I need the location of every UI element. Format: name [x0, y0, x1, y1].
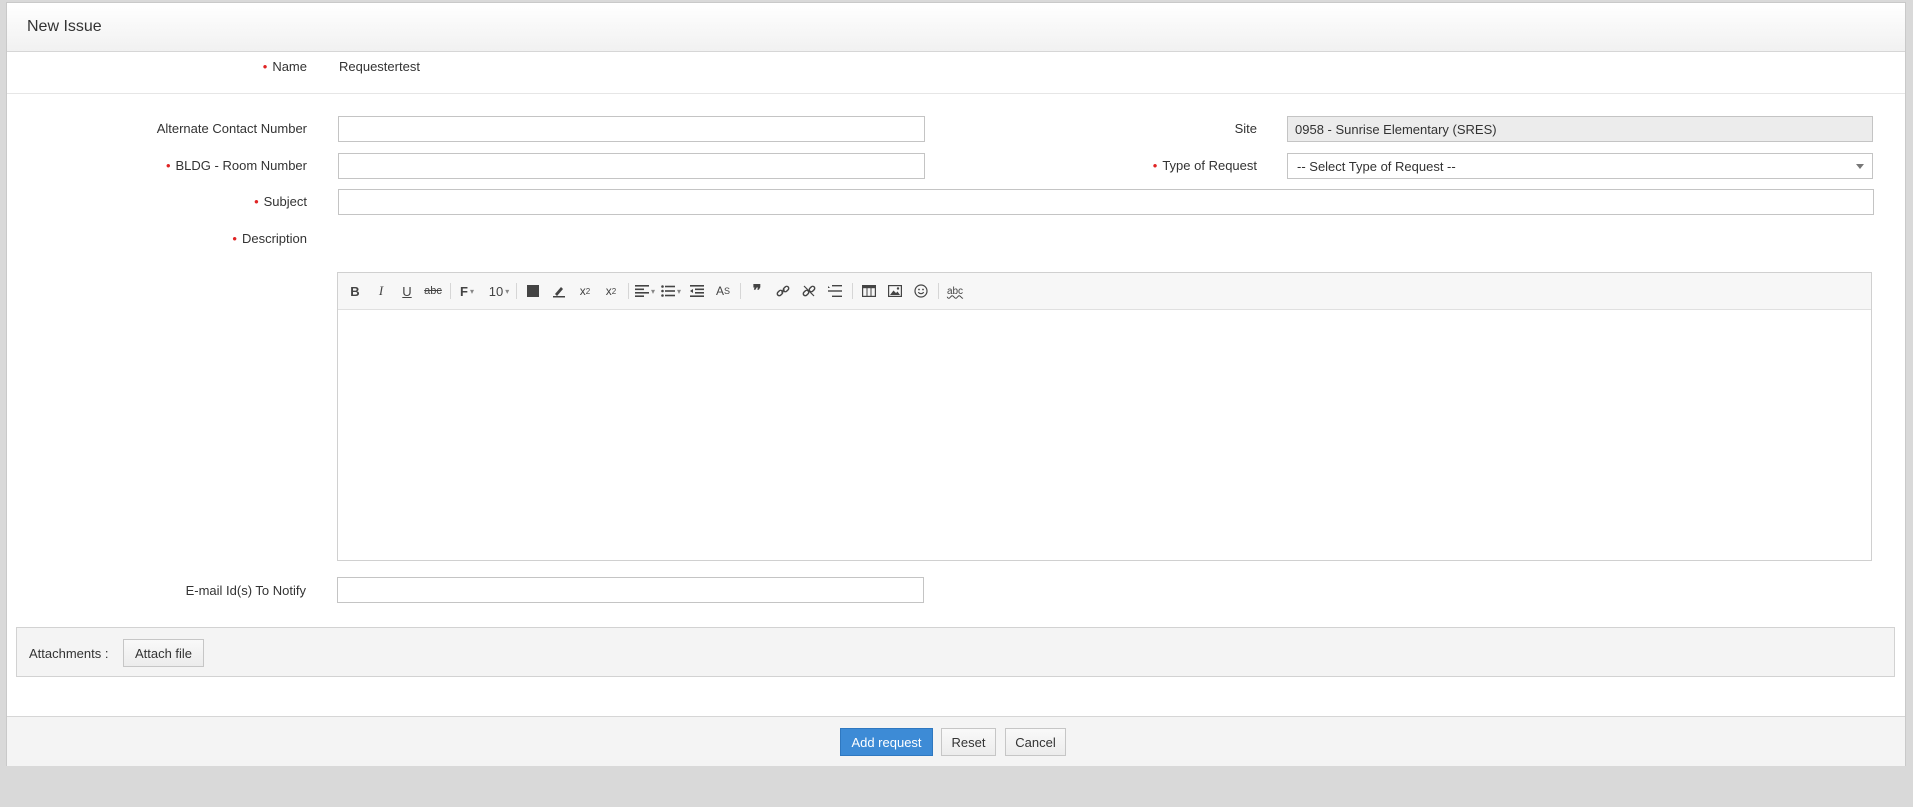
toolbar-separator [516, 283, 517, 299]
panel-header: New Issue [7, 3, 1905, 52]
name-label: • Name [262, 59, 307, 74]
list-icon[interactable]: ▾ [660, 280, 682, 302]
italic-icon[interactable]: I [370, 280, 392, 302]
strikethrough-icon[interactable]: abc [422, 280, 444, 302]
site-field: 0958 - Sunrise Elementary (SRES) [1287, 116, 1873, 142]
reset-button[interactable]: Reset [941, 728, 996, 756]
toolbar-separator [628, 283, 629, 299]
form-footer: Add request Reset Cancel [7, 716, 1905, 766]
editor-toolbar: B I U abc F ▾ 10 ▾ x2 x2 ▾ ▾ AS ❞ abc [338, 273, 1871, 310]
text-color-icon[interactable] [522, 280, 544, 302]
link-icon[interactable] [772, 280, 794, 302]
required-marker: • [1152, 158, 1158, 173]
bldg-room-label: • BLDG - Room Number [165, 158, 307, 173]
unlink-icon[interactable] [798, 280, 820, 302]
subject-input[interactable] [338, 189, 1874, 215]
underline-icon[interactable]: U [396, 280, 418, 302]
type-of-request-value: -- Select Type of Request -- [1297, 159, 1456, 174]
alt-contact-label: Alternate Contact Number [156, 121, 307, 136]
cancel-button[interactable]: Cancel [1005, 728, 1066, 756]
attachments-label: Attachments : [29, 646, 109, 661]
description-editor-body[interactable] [338, 310, 1871, 560]
bold-icon[interactable]: B [344, 280, 366, 302]
spellcheck-icon[interactable]: abc [944, 280, 966, 302]
emoji-icon[interactable] [910, 280, 932, 302]
toolbar-separator [450, 283, 451, 299]
description-editor: B I U abc F ▾ 10 ▾ x2 x2 ▾ ▾ AS ❞ abc [337, 272, 1872, 561]
superscript-icon[interactable]: x2 [600, 280, 622, 302]
align-icon[interactable]: ▾ [634, 280, 656, 302]
bldg-room-input[interactable] [338, 153, 925, 179]
email-notify-input[interactable] [337, 577, 924, 603]
horizontal-line-icon[interactable] [824, 280, 846, 302]
clear-format-icon[interactable]: AS [712, 280, 734, 302]
outdent-icon[interactable] [686, 280, 708, 302]
quote-icon[interactable]: ❞ [746, 280, 768, 302]
required-marker: • [254, 194, 259, 209]
divider [7, 93, 1905, 94]
add-request-button[interactable]: Add request [840, 728, 933, 756]
required-marker: • [165, 158, 171, 173]
attachments-box: Attachments : Attach file [16, 627, 1895, 677]
site-label: Site [1234, 121, 1257, 136]
name-value: Requestertest [339, 59, 420, 74]
alt-contact-input[interactable] [338, 116, 925, 142]
toolbar-separator [852, 283, 853, 299]
font-size-select[interactable]: 10 ▾ [488, 280, 510, 302]
highlight-icon[interactable] [548, 280, 570, 302]
subject-label: • Subject [254, 194, 307, 209]
type-of-request-label: • Type of Request [1152, 158, 1257, 173]
required-marker: • [232, 231, 237, 246]
toolbar-separator [938, 283, 939, 299]
page-title: New Issue [27, 18, 102, 35]
email-notify-label: E-mail Id(s) To Notify [185, 583, 306, 598]
toolbar-separator [740, 283, 741, 299]
attach-file-button[interactable]: Attach file [123, 639, 204, 667]
required-marker: • [262, 59, 268, 74]
description-label: • Description [232, 231, 307, 246]
image-icon[interactable] [884, 280, 906, 302]
table-icon[interactable] [858, 280, 880, 302]
subscript-icon[interactable]: x2 [574, 280, 596, 302]
dropdown-arrow-icon [1856, 164, 1864, 169]
font-family-icon[interactable]: F ▾ [456, 280, 478, 302]
type-of-request-select[interactable]: -- Select Type of Request -- [1287, 153, 1873, 179]
